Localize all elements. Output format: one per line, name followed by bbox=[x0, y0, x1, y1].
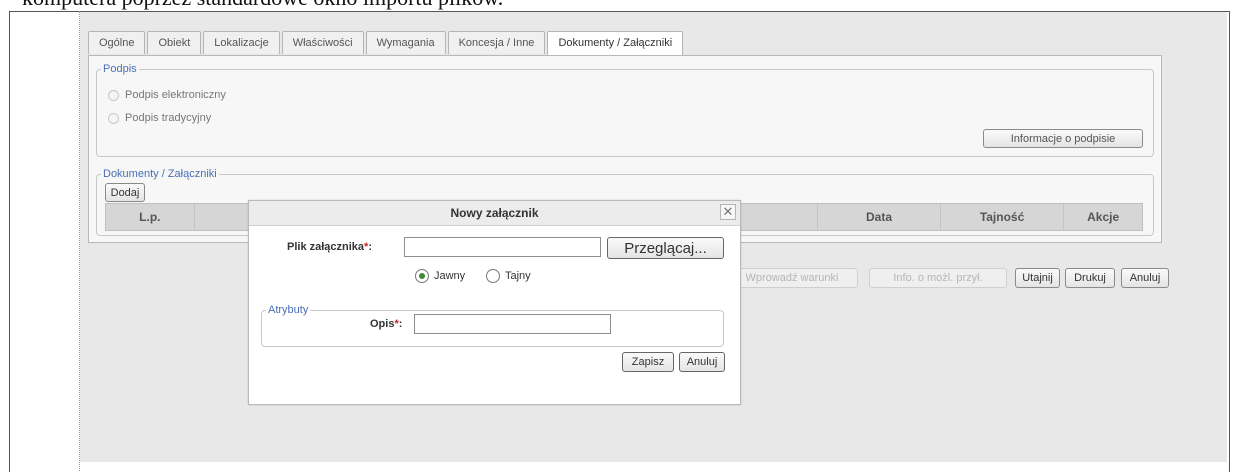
file-input[interactable] bbox=[404, 237, 601, 257]
podpis-legend: Podpis bbox=[103, 63, 137, 75]
radio-jawny-label: Jawny bbox=[434, 270, 466, 282]
podpis-electronic-label: Podpis elektroniczny bbox=[125, 89, 226, 101]
column-lp[interactable]: L.p. bbox=[106, 204, 195, 230]
add-button[interactable]: Dodaj bbox=[105, 183, 145, 202]
close-icon[interactable]: ✕ bbox=[720, 204, 736, 220]
opis-label-text: Opis bbox=[370, 318, 395, 330]
podpis-traditional-option[interactable]: Podpis tradycyjny bbox=[108, 112, 211, 124]
podpis-traditional-label: Podpis tradycyjny bbox=[125, 112, 212, 124]
atrybuty-legend: Atrybuty bbox=[268, 304, 309, 316]
label-colon: : bbox=[398, 318, 403, 330]
save-button[interactable]: Zapisz bbox=[622, 352, 674, 372]
file-label-text: Plik załącznika bbox=[287, 241, 365, 253]
opis-input[interactable] bbox=[414, 314, 611, 334]
tab-ogolne[interactable]: Ogólne bbox=[88, 31, 146, 54]
tab-koncesja[interactable]: Koncesja / Inne bbox=[447, 31, 546, 54]
radio-icon[interactable] bbox=[108, 89, 119, 101]
radio-icon[interactable] bbox=[108, 112, 119, 124]
tab-wlasciwosci[interactable]: Właściwości bbox=[281, 31, 364, 54]
utajnij-button[interactable]: Utajnij bbox=[1015, 268, 1060, 288]
cancel-button[interactable]: Anuluj bbox=[679, 352, 725, 372]
new-attachment-dialog: Nowy załącznik ✕ Plik załącznika*: Przeg… bbox=[248, 200, 741, 405]
radio-tajny-label: Tajny bbox=[505, 270, 531, 282]
wprowadz-warunki-button[interactable]: Wprowadź warunki bbox=[726, 268, 858, 288]
dialog-title: Nowy załącznik bbox=[249, 201, 740, 226]
label-colon: : bbox=[368, 241, 372, 253]
browse-button[interactable]: Przeglącaj... bbox=[607, 237, 724, 259]
info-mozl-button[interactable]: Info. o możl. przył. bbox=[869, 268, 1007, 288]
column-akcje[interactable]: Akcje bbox=[1064, 204, 1142, 230]
drukuj-button[interactable]: Drukuj bbox=[1065, 268, 1115, 288]
opis-label: Opis*: bbox=[370, 318, 402, 330]
radio-unchecked-icon[interactable] bbox=[486, 269, 500, 283]
tab-dokumenty[interactable]: Dokumenty / Załączniki bbox=[547, 31, 684, 56]
podpis-electronic-option[interactable]: Podpis elektroniczny bbox=[108, 89, 226, 101]
column-data[interactable]: Data bbox=[818, 204, 941, 230]
tab-lokalizacje[interactable]: Lokalizacje bbox=[203, 31, 280, 54]
tab-wymagania[interactable]: Wymagania bbox=[365, 31, 446, 54]
radio-jawny[interactable]: Jawny bbox=[415, 269, 465, 283]
tab-bar: Ogólne Obiekt Lokalizacje Właściwości Wy… bbox=[88, 31, 685, 56]
radio-tajny[interactable]: Tajny bbox=[486, 269, 531, 283]
dokumenty-legend: Dokumenty / Załączniki bbox=[103, 168, 217, 180]
column-tajnosc[interactable]: Tajność bbox=[941, 204, 1065, 230]
file-label: Plik załącznika*: bbox=[287, 241, 372, 253]
anuluj-page-button[interactable]: Anuluj bbox=[1121, 268, 1169, 288]
radio-checked-icon[interactable] bbox=[415, 269, 429, 283]
tab-obiekt[interactable]: Obiekt bbox=[147, 31, 202, 54]
document-text: komputera poprzez standardowe okno impor… bbox=[22, 0, 503, 11]
info-podpis-button[interactable]: Informacje o podpisie bbox=[983, 129, 1143, 148]
